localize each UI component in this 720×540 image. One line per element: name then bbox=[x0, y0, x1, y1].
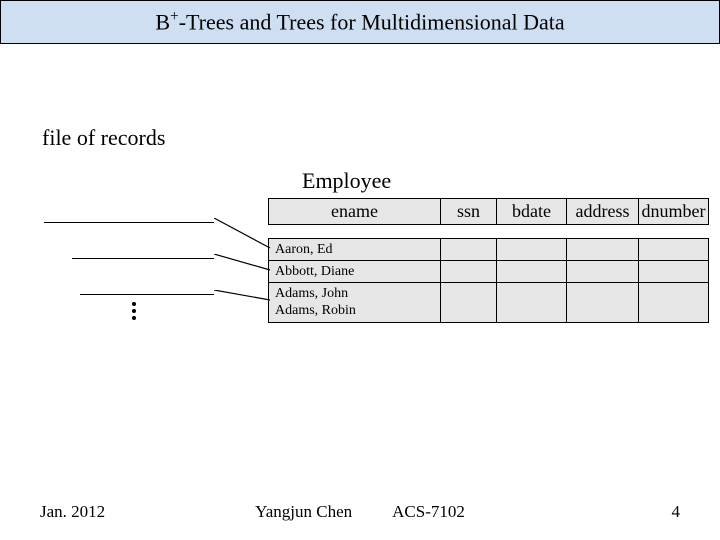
cell bbox=[639, 261, 709, 283]
cell bbox=[441, 283, 497, 323]
cell bbox=[497, 283, 567, 323]
cell-ename: Abbott, Diane bbox=[269, 261, 441, 283]
table-row: Aaron, Ed bbox=[269, 239, 709, 261]
cell-line: Adams, John bbox=[275, 286, 348, 301]
table-row: Abbott, Diane bbox=[269, 261, 709, 283]
section-label: file of records bbox=[42, 125, 165, 151]
employee-header-table: ename ssn bdate address dnumber bbox=[268, 198, 709, 225]
cell bbox=[567, 283, 639, 323]
cell bbox=[639, 239, 709, 261]
slide-title: B+-Trees and Trees for Multidimensional … bbox=[155, 8, 564, 35]
col-ename: ename bbox=[269, 199, 441, 225]
dot-icon bbox=[132, 309, 136, 313]
cell bbox=[497, 239, 567, 261]
dot-icon bbox=[132, 316, 136, 320]
page-slot-line bbox=[80, 294, 214, 295]
footer-center: Yangjun Chen ACS-7102 bbox=[0, 502, 720, 522]
pointer-connector bbox=[214, 290, 274, 304]
table-title: Employee bbox=[302, 168, 391, 194]
col-ssn: ssn bbox=[441, 199, 497, 225]
ellipsis-dots bbox=[132, 302, 136, 320]
cell bbox=[567, 239, 639, 261]
title-sup: + bbox=[170, 8, 179, 25]
col-address: address bbox=[567, 199, 639, 225]
cell bbox=[441, 261, 497, 283]
table-header-row: ename ssn bdate address dnumber bbox=[269, 199, 709, 225]
slide-footer: Jan. 2012 Yangjun Chen ACS-7102 4 bbox=[0, 502, 720, 522]
footer-author: Yangjun Chen bbox=[255, 502, 352, 522]
footer-course: ACS-7102 bbox=[392, 502, 465, 522]
pointer-connector bbox=[214, 254, 274, 274]
cell bbox=[639, 283, 709, 323]
page-slot-line bbox=[72, 258, 214, 259]
table-row: Adams, John Adams, Robin bbox=[269, 283, 709, 323]
page-slot-line bbox=[44, 222, 214, 223]
cell-ename: Adams, John Adams, Robin bbox=[269, 283, 441, 323]
cell bbox=[497, 261, 567, 283]
pointer-connector bbox=[214, 218, 274, 254]
cell bbox=[441, 239, 497, 261]
slide-title-bar: B+-Trees and Trees for Multidimensional … bbox=[0, 0, 720, 44]
title-pre: B bbox=[155, 10, 170, 35]
dot-icon bbox=[132, 302, 136, 306]
col-bdate: bdate bbox=[497, 199, 567, 225]
title-post: -Trees and Trees for Multidimensional Da… bbox=[179, 10, 565, 35]
cell-line: Adams, Robin bbox=[275, 303, 356, 318]
col-dnumber: dnumber bbox=[639, 199, 709, 225]
employee-records-table: Aaron, Ed Abbott, Diane Adams, John Adam… bbox=[268, 238, 709, 323]
cell-ename: Aaron, Ed bbox=[269, 239, 441, 261]
cell bbox=[567, 261, 639, 283]
